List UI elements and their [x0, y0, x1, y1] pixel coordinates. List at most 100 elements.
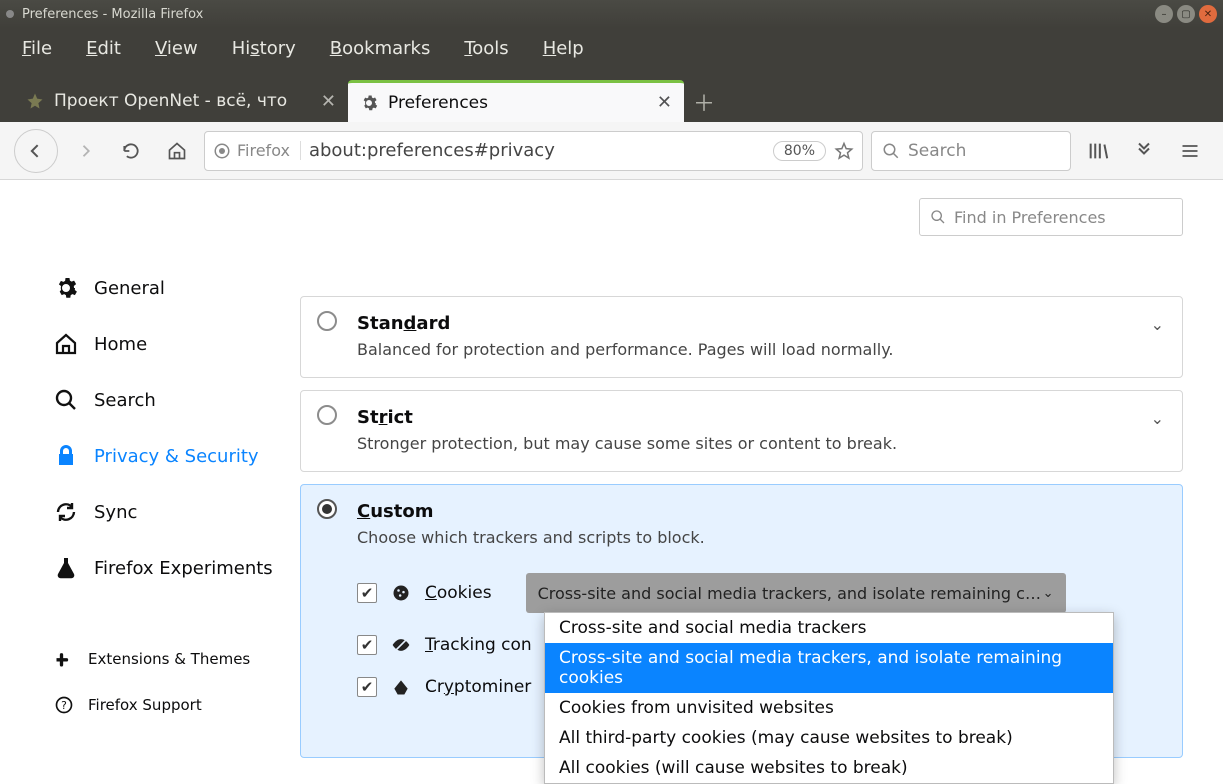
sidebar-item-sync[interactable]: Sync [54, 484, 300, 540]
star-icon [26, 92, 44, 110]
window-maximize-button[interactable]: ▢ [1177, 5, 1195, 23]
window-indicator [6, 10, 14, 18]
cryptominer-icon [391, 677, 411, 697]
dropdown-option[interactable]: Cookies from unvisited websites [545, 693, 1113, 723]
radio-strict[interactable] [317, 405, 337, 425]
firefox-icon [213, 142, 231, 160]
checkbox-cryptominers[interactable]: ✔ [357, 677, 377, 697]
new-tab-button[interactable]: ＋ [684, 82, 724, 122]
sidebar-item-label: Firefox Experiments [94, 558, 273, 579]
sidebar-item-experiments[interactable]: Firefox Experiments [54, 540, 300, 596]
search-icon [54, 388, 78, 412]
sidebar-item-search[interactable]: Search [54, 372, 300, 428]
search-icon [930, 209, 946, 225]
tab-strip: Проект OpenNet - всё, что ✕ Preferences … [0, 68, 1223, 122]
close-icon[interactable]: ✕ [657, 92, 672, 113]
card-standard[interactable]: Standard Balanced for protection and per… [300, 296, 1183, 378]
cookies-select[interactable]: Cross-site and social media trackers, an… [526, 573, 1066, 613]
option-cookies-row: ✔ Cookies Cross-site and social media tr… [357, 573, 1160, 613]
cookies-dropdown: Cross-site and social media trackers Cro… [544, 612, 1114, 784]
gear-icon [54, 276, 78, 300]
url-text: about:preferences#privacy [309, 140, 765, 161]
chevron-down-icon[interactable]: ⌄ [1151, 315, 1164, 334]
menu-view[interactable]: View [155, 38, 198, 59]
menu-edit[interactable]: Edit [86, 38, 121, 59]
identity-box[interactable]: Firefox [213, 141, 301, 160]
flask-icon [54, 556, 78, 580]
search-bar[interactable]: Search [871, 131, 1071, 171]
puzzle-icon [54, 649, 74, 669]
chevron-down-icon[interactable]: ⌄ [1151, 409, 1164, 428]
overflow-button[interactable] [1125, 132, 1163, 170]
dropdown-option[interactable]: All third-party cookies (may cause websi… [545, 723, 1113, 753]
back-button[interactable] [14, 129, 58, 173]
sidebar-item-label: General [94, 278, 165, 299]
chevron-down-icon: ⌄ [1043, 586, 1054, 601]
menubar: File Edit View History Bookmarks Tools H… [0, 28, 1223, 68]
sidebar-item-support[interactable]: ? Firefox Support [54, 682, 300, 728]
sidebar-item-general[interactable]: General [54, 260, 300, 316]
window-close-button[interactable]: ✕ [1199, 5, 1217, 23]
option-label: Cookies [425, 583, 492, 603]
menu-history[interactable]: History [232, 38, 296, 59]
select-value: Cross-site and social media trackers, an… [538, 584, 1043, 603]
nav-toolbar: Firefox about:preferences#privacy 80% Se… [0, 122, 1223, 180]
tab-label: Preferences [388, 93, 647, 113]
checkbox-tracking[interactable]: ✔ [357, 635, 377, 655]
card-title: Custom [357, 501, 1160, 522]
gear-icon [360, 94, 378, 112]
radio-custom[interactable] [317, 499, 337, 519]
sidebar-item-label: Privacy & Security [94, 446, 259, 467]
menu-file[interactable]: File [22, 38, 52, 59]
card-title: Standard [357, 313, 1160, 334]
cookie-icon [391, 583, 411, 603]
sidebar-item-label: Sync [94, 502, 137, 523]
sidebar-item-extensions[interactable]: Extensions & Themes [54, 636, 300, 682]
search-icon [882, 142, 900, 160]
sidebar-item-label: Firefox Support [88, 696, 202, 714]
dropdown-option[interactable]: All cookies (will cause websites to brea… [545, 753, 1113, 783]
dropdown-option-selected[interactable]: Cross-site and social media trackers, an… [545, 643, 1113, 693]
forward-button[interactable] [66, 132, 104, 170]
close-icon[interactable]: ✕ [321, 91, 336, 112]
bookmark-star-icon[interactable] [834, 141, 854, 161]
sidebar-item-label: Search [94, 390, 156, 411]
home-button[interactable] [158, 132, 196, 170]
reload-button[interactable] [112, 132, 150, 170]
find-in-preferences-input[interactable]: Find in Preferences [919, 198, 1183, 236]
content-area: General Home Search Privacy & Security S… [0, 180, 1223, 784]
menu-tools[interactable]: Tools [464, 38, 508, 59]
find-placeholder: Find in Preferences [954, 208, 1106, 227]
menu-bookmarks[interactable]: Bookmarks [330, 38, 431, 59]
card-desc: Stronger protection, but may cause some … [357, 434, 1160, 453]
checkbox-cookies[interactable]: ✔ [357, 583, 377, 603]
sidebar-item-label: Extensions & Themes [88, 650, 250, 668]
card-desc: Balanced for protection and performance.… [357, 340, 1160, 359]
search-placeholder: Search [908, 141, 966, 161]
option-label: Tracking con [425, 635, 532, 655]
tab-preferences[interactable]: Preferences ✕ [348, 80, 684, 122]
url-bar[interactable]: Firefox about:preferences#privacy 80% [204, 131, 863, 171]
dropdown-option[interactable]: Cross-site and social media trackers [545, 613, 1113, 643]
card-strict[interactable]: Strict Stronger protection, but may caus… [300, 390, 1183, 472]
sync-icon [54, 500, 78, 524]
library-button[interactable] [1079, 132, 1117, 170]
card-title: Strict [357, 407, 1160, 428]
menu-help[interactable]: Help [543, 38, 584, 59]
identity-label: Firefox [237, 141, 290, 160]
tab-label: Проект OpenNet - всё, что [54, 91, 311, 111]
zoom-indicator[interactable]: 80% [773, 141, 826, 161]
card-desc: Choose which trackers and scripts to blo… [357, 528, 1160, 547]
hamburger-menu-button[interactable] [1171, 132, 1209, 170]
home-icon [54, 332, 78, 356]
sidebar-item-home[interactable]: Home [54, 316, 300, 372]
sidebar-item-label: Home [94, 334, 147, 355]
sidebar-item-privacy[interactable]: Privacy & Security [54, 428, 300, 484]
tracking-icon [391, 635, 411, 655]
tab-opennet[interactable]: Проект OpenNet - всё, что ✕ [14, 80, 348, 122]
window-title: Preferences - Mozilla Firefox [22, 7, 203, 22]
lock-icon [54, 444, 78, 468]
window-minimize-button[interactable]: – [1155, 5, 1173, 23]
radio-standard[interactable] [317, 311, 337, 331]
svg-text:?: ? [61, 699, 67, 712]
